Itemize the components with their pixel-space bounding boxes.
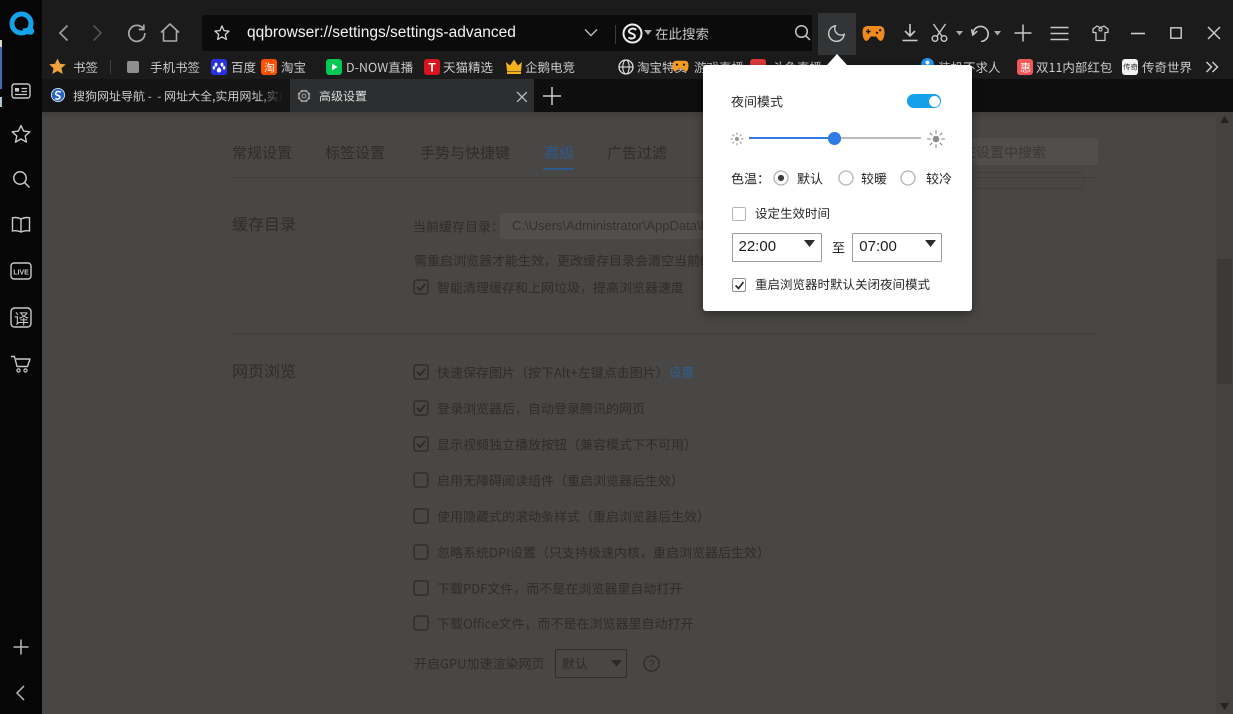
svg-text:?: ? [648,659,654,671]
svg-text:LIVE: LIVE [13,270,29,277]
svg-text:T: T [428,61,436,75]
